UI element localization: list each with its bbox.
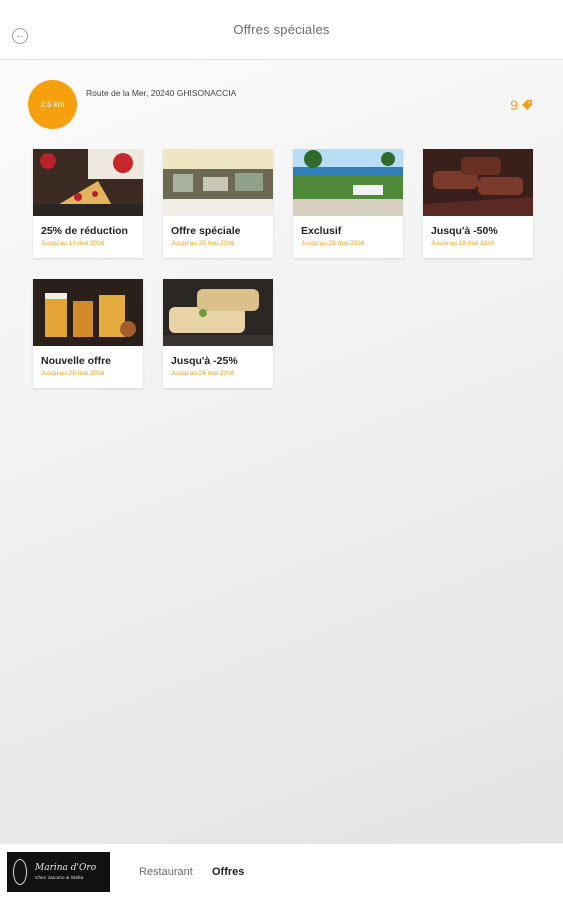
offer-card[interactable]: Jusqu'à -25% Jusqu'au 24 mai 2016 <box>163 279 273 388</box>
offer-card[interactable]: Jusqu'à -50% Jusqu'au 18 mai 2016 <box>423 149 533 258</box>
offer-date: Jusqu'au 26 mai 2016 <box>301 240 365 247</box>
offer-title: Exclusif <box>301 225 342 237</box>
offer-card[interactable]: Offre spéciale Jusqu'au 29 mai 2016 <box>163 149 273 258</box>
offer-title: Offre spéciale <box>171 225 241 237</box>
offer-title: Jusqu'à -25% <box>171 355 238 367</box>
offer-date: Jusqu'au 29 mai 2016 <box>171 240 235 247</box>
offer-image-pizza <box>33 149 143 216</box>
offers-panel: 2.5 km Route de la Mer, 20240 GHISONACCI… <box>0 60 563 843</box>
offers-grid: 25% de réduction Jusqu'au 13 mai 2016 Of… <box>33 149 533 388</box>
offer-date: Jusqu'au 28 mai 2016 <box>41 370 105 377</box>
offer-title: 25% de réduction <box>41 225 128 237</box>
nav-offres[interactable]: Offres <box>212 866 244 878</box>
back-arrow-icon[interactable]: ← <box>12 28 28 44</box>
logo-mark-icon <box>13 859 27 885</box>
offer-date: Jusqu'au 13 mai 2016 <box>41 240 105 247</box>
offer-image-terrace <box>163 149 273 216</box>
offer-date: Jusqu'au 24 mai 2016 <box>171 370 235 377</box>
offer-image-fish <box>163 279 273 346</box>
nav-restaurant[interactable]: Restaurant <box>139 866 193 878</box>
offer-image-drinks <box>33 279 143 346</box>
offers-count[interactable]: 9 <box>510 97 533 113</box>
logo-tagline: Chez Jacomo & Stella <box>35 874 84 880</box>
offer-card[interactable]: Exclusif Jusqu'au 26 mai 2016 <box>293 149 403 258</box>
offer-title: Nouvelle offre <box>41 355 112 367</box>
offer-image-grill <box>423 149 533 216</box>
offer-title: Jusqu'à -50% <box>431 225 498 237</box>
offers-count-value: 9 <box>510 97 518 113</box>
price-tag-icon <box>522 100 532 110</box>
page-title: Offres spéciales <box>233 22 330 37</box>
offer-image-beach <box>293 149 403 216</box>
offer-date: Jusqu'au 18 mai 2016 <box>431 240 495 247</box>
offer-card[interactable]: 25% de réduction Jusqu'au 13 mai 2016 <box>33 149 143 258</box>
logo-name: Marina d'Oro <box>35 862 97 873</box>
distance-badge: 2.5 km <box>28 80 77 129</box>
top-bar: ← Offres spéciales <box>0 0 563 60</box>
restaurant-address: Route de la Mer, 20240 GHISONACCIA <box>86 88 237 98</box>
restaurant-logo[interactable]: Marina d'Oro Chez Jacomo & Stella <box>7 852 110 892</box>
offer-card[interactable]: Nouvelle offre Jusqu'au 28 mai 2016 <box>33 279 143 388</box>
